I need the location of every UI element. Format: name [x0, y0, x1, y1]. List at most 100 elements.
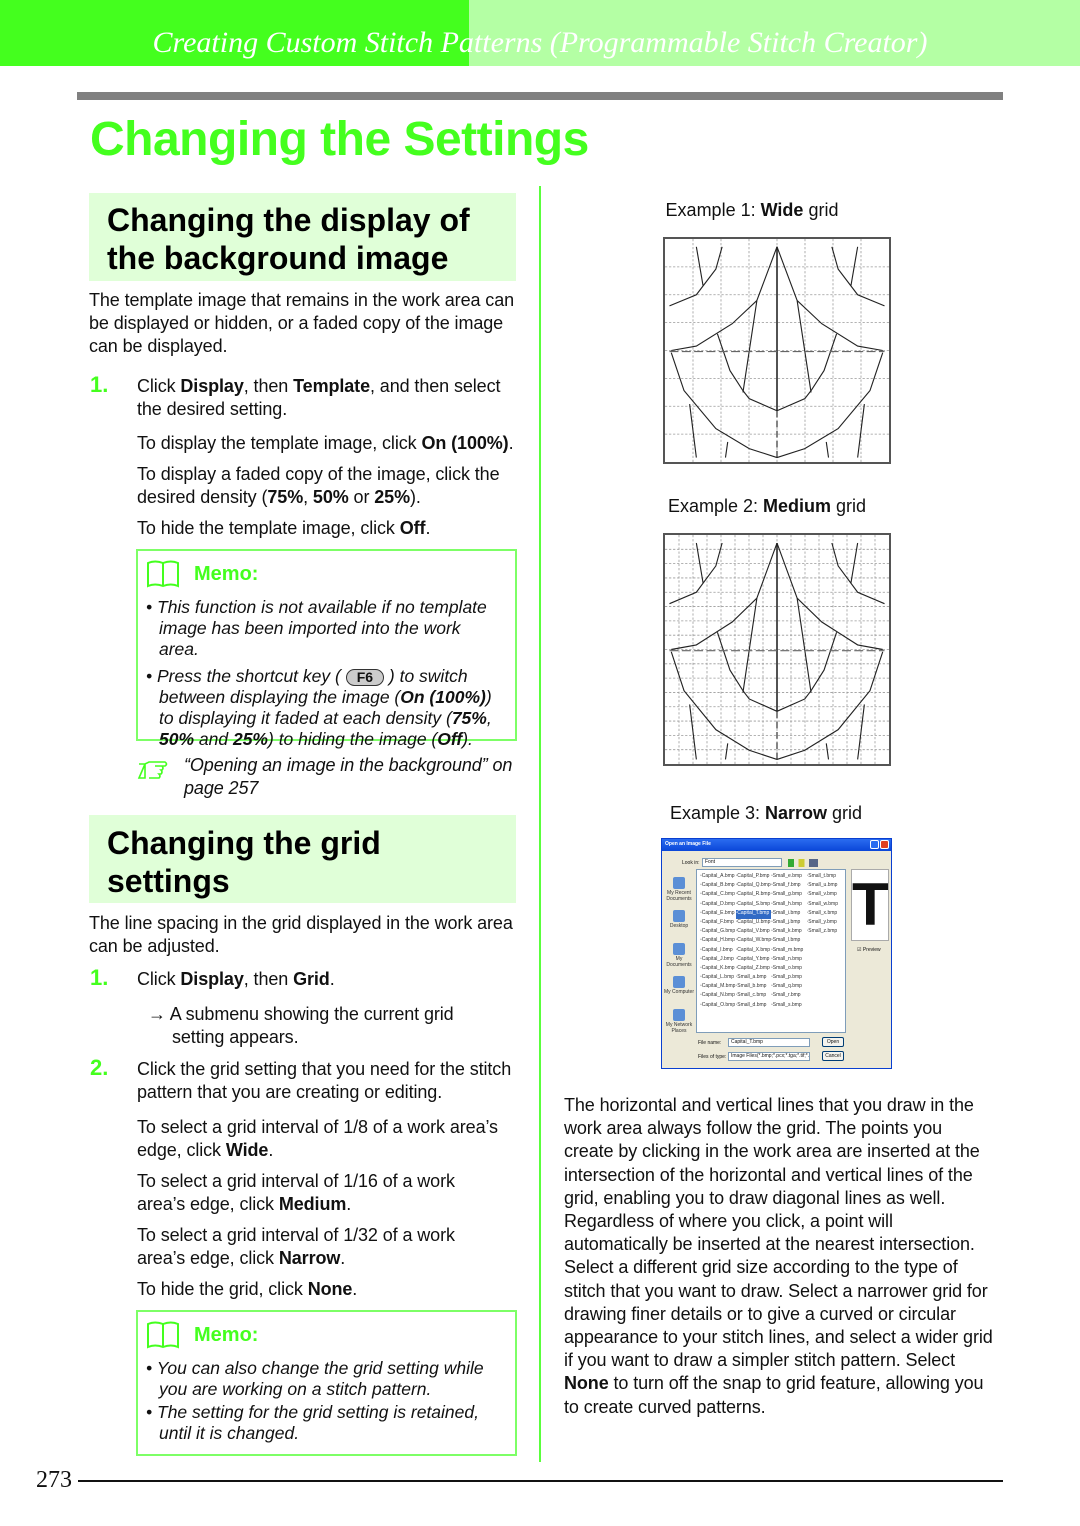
text-run: To hide the template image, click: [137, 518, 400, 538]
file-item[interactable]: ▫Capital_J.bmp: [700, 956, 736, 965]
file-item[interactable]: ▫Small_t.bmp: [807, 873, 843, 882]
wide-grid-example: [663, 237, 891, 464]
file-item[interactable]: ▫Small_z.bmp: [807, 928, 843, 937]
folder-icon: [673, 976, 685, 988]
look-in-select[interactable]: Font: [702, 858, 782, 867]
file-item[interactable]: ▫Small_y.bmp: [807, 919, 843, 928]
file-item[interactable]: ▫Capital_L.bmp: [700, 974, 736, 983]
file-item[interactable]: ▫Capital_Q.bmp: [736, 882, 772, 891]
place-item[interactable]: My Network Places: [664, 1009, 694, 1034]
file-item[interactable]: ▫Capital_C.bmp: [700, 891, 736, 900]
place-item[interactable]: My Documents: [664, 943, 694, 968]
file-item[interactable]: ▫Capital_A.bmp: [700, 873, 736, 882]
file-item[interactable]: ▫Small_e.bmp: [771, 873, 807, 882]
memo-item: • You can also change the grid setting w…: [146, 1358, 484, 1399]
file-item[interactable]: ▫Capital_Y.bmp: [736, 956, 772, 965]
bold-term: Medium: [278, 1194, 347, 1215]
file-item[interactable]: ▫Small_s.bmp: [771, 1002, 807, 1011]
chapter-title: Creating Custom Stitch Patterns (Program…: [152, 26, 928, 59]
close-button[interactable]: [880, 840, 889, 849]
memo-title: Memo:: [194, 562, 259, 585]
file-item[interactable]: ▫Capital_X.bmp: [736, 947, 772, 956]
file-item[interactable]: ▫Capital_B.bmp: [700, 882, 736, 891]
file-item[interactable]: ▫Capital_E.bmp: [700, 910, 736, 919]
text-run: .: [508, 433, 514, 453]
file-item[interactable]: ▫Small_l.bmp: [771, 937, 807, 946]
file-item[interactable]: ▫Capital_S.bmp: [736, 901, 772, 910]
file-item[interactable]: ▫Capital_O.bmp: [700, 1002, 736, 1011]
text-run: , then: [243, 376, 294, 396]
file-item[interactable]: ▫Small_g.bmp: [771, 891, 807, 900]
preview-image: T: [851, 869, 889, 941]
file-item[interactable]: ▫Capital_U.bmp: [736, 919, 772, 928]
text-run: grid: [803, 200, 839, 220]
medium-grid-example: [663, 533, 891, 766]
file-item[interactable]: ▫Small_a.bmp: [736, 974, 772, 983]
book-icon: [147, 560, 179, 588]
file-item[interactable]: ▫Small_u.bmp: [807, 882, 843, 891]
step-text: Click Display, then Template, and then s…: [137, 375, 517, 421]
file-item[interactable]: ▫Capital_M.bmp: [700, 983, 736, 992]
preview-checkbox[interactable]: ☑ Preview: [857, 947, 881, 953]
text-run: To hide the grid, click: [137, 1279, 308, 1299]
help-button[interactable]: [870, 840, 879, 849]
file-item[interactable]: ▫Small_k.bmp: [771, 928, 807, 937]
text-run: or: [348, 487, 375, 508]
file-item[interactable]: ▫Capital_I.bmp: [700, 947, 736, 956]
file-item[interactable]: ▫Small_x.bmp: [807, 910, 843, 919]
toolbar-icons[interactable]: [788, 859, 818, 867]
file-item[interactable]: ▫Capital_K.bmp: [700, 965, 736, 974]
reference-link[interactable]: “Opening an image in the background” on …: [184, 754, 514, 800]
file-item[interactable]: ▫Small_c.bmp: [736, 992, 772, 1001]
file-item[interactable]: ▫Small_q.bmp: [771, 983, 807, 992]
memo-item: • Press the shortcut key ( F6 ) to switc…: [146, 666, 492, 749]
text-run: Click: [137, 969, 181, 989]
text-run: The horizontal and vertical lines that y…: [564, 1095, 993, 1371]
folder-icon: [673, 877, 685, 889]
preview-label: Preview: [862, 947, 881, 953]
file-item[interactable]: ▫Capital_N.bmp: [700, 992, 736, 1001]
place-item[interactable]: Desktop: [664, 910, 694, 929]
option-text: To select a grid interval of 1/16 of a w…: [137, 1170, 487, 1216]
filetype-select[interactable]: Image Files(*.bmp;*.pcx;*.tga;*.tif;*.jp…: [728, 1052, 810, 1061]
file-item[interactable]: ▫Small_d.bmp: [736, 1002, 772, 1011]
text-run: Example 2:: [667, 496, 763, 516]
open-button[interactable]: Open: [822, 1037, 844, 1047]
file-item[interactable]: ▫Capital_G.bmp: [700, 928, 736, 937]
file-item[interactable]: ▫Capital_R.bmp: [736, 891, 772, 900]
text-run: to turn off the snap to grid feature, al…: [564, 1373, 984, 1417]
file-item[interactable]: ▫Small_m.bmp: [771, 947, 807, 956]
file-item[interactable]: ▫Capital_D.bmp: [700, 901, 736, 910]
text-run: ).: [410, 487, 421, 508]
place-item[interactable]: My Recent Documents: [664, 877, 694, 902]
file-item[interactable]: ▫Capital_Z.bmp: [736, 965, 772, 974]
file-item[interactable]: ▫Capital_T.bmp: [735, 909, 771, 919]
file-item[interactable]: ▫Small_p.bmp: [771, 974, 807, 983]
file-item[interactable]: ▫Capital_H.bmp: [700, 937, 736, 946]
bold-term: 75%: [451, 708, 487, 728]
footer-rule: [78, 1480, 1003, 1482]
file-list[interactable]: ▫Capital_A.bmp ▫Capital_B.bmp ▫Capital_C.b…: [696, 869, 846, 1033]
file-item[interactable]: ▫Capital_F.bmp: [700, 919, 736, 928]
file-item[interactable]: ▫Capital_W.bmp: [736, 937, 772, 946]
file-item[interactable]: ▫Capital_V.bmp: [736, 928, 772, 937]
file-item[interactable]: ▫Capital_P.bmp: [736, 873, 772, 882]
file-item[interactable]: ▫Small_n.bmp: [771, 956, 807, 965]
filename-input[interactable]: Capital_T.bmp: [728, 1038, 810, 1047]
cancel-button[interactable]: Cancel: [822, 1051, 844, 1061]
file-item[interactable]: ▫Small_r.bmp: [771, 992, 807, 1001]
text-run: .: [346, 1194, 352, 1215]
file-item[interactable]: ▫Small_b.bmp: [736, 983, 772, 992]
file-item[interactable]: ▫Small_o.bmp: [771, 965, 807, 974]
memo-item-text: The setting for the grid setting is reta…: [157, 1402, 479, 1443]
bold-term: 25%: [374, 487, 410, 508]
place-item[interactable]: My Computer: [664, 976, 694, 995]
file-item[interactable]: ▫Small_h.bmp: [771, 901, 807, 910]
file-item[interactable]: ▫Small_f.bmp: [771, 882, 807, 891]
bold-term: Off: [437, 729, 463, 749]
bold-term: 50%: [159, 729, 195, 749]
file-item[interactable]: ▫Small_w.bmp: [807, 901, 843, 910]
file-item[interactable]: ▫Small_v.bmp: [807, 891, 843, 900]
file-item[interactable]: ▫Small_j.bmp: [771, 919, 807, 928]
file-item[interactable]: ▫Small_i.bmp: [771, 910, 807, 919]
